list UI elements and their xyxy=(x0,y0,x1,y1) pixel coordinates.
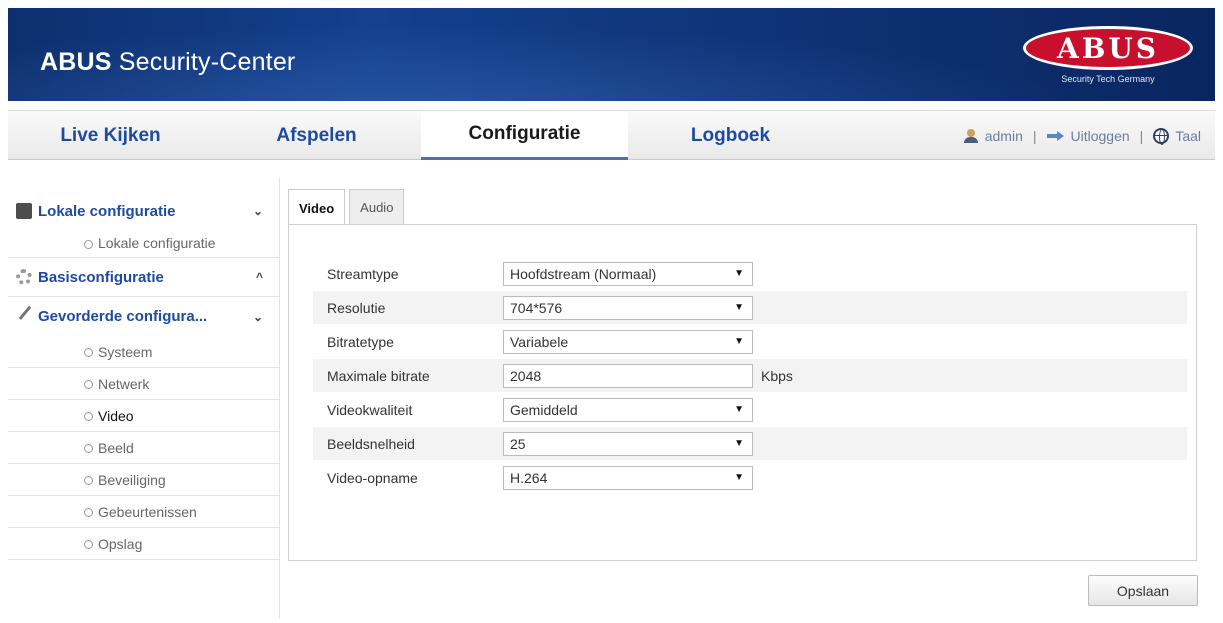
dropdown-arrow-icon: ▼ xyxy=(734,268,744,279)
user-area: admin | Uitloggen | Taal xyxy=(963,111,1201,160)
separator: | xyxy=(1139,127,1144,144)
gear-icon xyxy=(16,269,32,285)
dropdown-arrow-icon: ▼ xyxy=(734,302,744,313)
bitratetype-select[interactable]: Variabele ▼ xyxy=(503,329,753,354)
dropdown-arrow-icon: ▼ xyxy=(734,404,744,415)
setting-row-max-bitrate: Maximale bitrate Kbps xyxy=(313,359,1187,392)
video-opname-value: H.264 xyxy=(510,469,548,486)
sidebar-item-label: Netwerk xyxy=(98,375,150,392)
beeldsnelheid-value: 25 xyxy=(510,435,526,452)
globe-icon[interactable] xyxy=(1153,127,1170,145)
username: admin xyxy=(984,127,1023,144)
content-tabs: Video Audio xyxy=(288,189,408,226)
resolutie-label: Resolutie xyxy=(327,299,386,316)
logo-tagline: Security Tech Germany xyxy=(1061,74,1155,84)
tab-audio[interactable]: Audio xyxy=(349,189,405,225)
setting-row-streamtype: Streamtype Hoofdstream (Normaal) ▼ xyxy=(313,257,1187,290)
sidebar-item-beveiliging[interactable]: Beveiliging xyxy=(8,464,279,496)
bullet-icon xyxy=(84,348,93,357)
sidebar: Lokale configuratie ⌄ Lokale configurati… xyxy=(8,178,280,618)
logo-oval: ABUS xyxy=(1023,26,1193,70)
sidebar-item-gebeurtenissen[interactable]: Gebeurtenissen xyxy=(8,496,279,528)
bullet-icon xyxy=(84,444,93,453)
logout-link[interactable]: Uitloggen xyxy=(1071,128,1130,144)
sidebar-item-label: Opslag xyxy=(98,535,143,552)
videokwaliteit-label: Videokwaliteit xyxy=(327,401,413,418)
bullet-icon xyxy=(84,540,93,549)
setting-row-video-opname: Video-opname H.264 ▼ xyxy=(313,461,1187,494)
logo-text: ABUS xyxy=(1056,31,1160,65)
sidebar-section-label: Lokale configuratie xyxy=(38,202,176,220)
sidebar-item-systeem[interactable]: Systeem xyxy=(8,336,279,368)
separator: | xyxy=(1032,127,1037,144)
sidebar-section-gevorderde-configuratie[interactable]: Gevorderde configura... ⌄ xyxy=(8,296,279,336)
setting-row-videokwaliteit: Videokwaliteit Gemiddeld ▼ xyxy=(313,393,1187,426)
app-title: ABUS Security-Center xyxy=(40,48,295,77)
app-title-rest: Security-Center xyxy=(111,48,296,76)
user-icon xyxy=(963,128,979,143)
bitratetype-label: Bitratetype xyxy=(327,333,394,350)
bullet-icon xyxy=(84,380,93,389)
sidebar-item-netwerk[interactable]: Netwerk xyxy=(8,368,279,400)
streamtype-select[interactable]: Hoofdstream (Normaal) ▼ xyxy=(503,261,753,286)
sidebar-item-label: Beeld xyxy=(98,439,134,456)
sidebar-item-label: Lokale configuratie xyxy=(98,234,216,251)
resolutie-value: 704*576 xyxy=(510,299,563,316)
sidebar-item-label: Systeem xyxy=(98,343,153,360)
sidebar-item-label: Gebeurtenissen xyxy=(98,503,197,520)
bitratetype-value: Variabele xyxy=(510,333,569,350)
chevron-up-icon[interactable]: ^ xyxy=(256,270,263,284)
monitor-icon xyxy=(16,203,32,219)
setting-row-bitratetype: Bitratetype Variabele ▼ xyxy=(313,325,1187,358)
save-button[interactable]: Opslaan xyxy=(1088,575,1198,606)
language-link[interactable]: Taal xyxy=(1175,128,1201,144)
beeldsnelheid-select[interactable]: 25 ▼ xyxy=(503,431,753,456)
video-opname-select[interactable]: H.264 ▼ xyxy=(503,465,753,490)
logout-icon[interactable] xyxy=(1046,130,1065,142)
max-bitrate-input[interactable] xyxy=(503,363,753,388)
sidebar-item-opslag[interactable]: Opslag xyxy=(8,528,279,560)
streamtype-value: Hoofdstream (Normaal) xyxy=(510,265,657,282)
dropdown-arrow-icon: ▼ xyxy=(734,472,744,483)
bullet-icon xyxy=(84,240,93,249)
max-bitrate-unit: Kbps xyxy=(761,367,793,384)
sidebar-section-lokale-configuratie[interactable]: Lokale configuratie ⌄ xyxy=(8,194,279,228)
sidebar-section-label: Gevorderde configura... xyxy=(38,308,208,325)
video-opname-label: Video-opname xyxy=(327,469,418,486)
streamtype-label: Streamtype xyxy=(327,265,399,282)
sidebar-item-video[interactable]: Video xyxy=(8,400,279,432)
video-settings-panel: Streamtype Hoofdstream (Normaal) ▼ Resol… xyxy=(288,224,1197,561)
tab-video[interactable]: Video xyxy=(288,189,346,226)
app-title-brand: ABUS xyxy=(40,48,112,76)
bullet-icon xyxy=(84,476,93,485)
tab-live-kijken[interactable]: Live Kijken xyxy=(8,111,213,160)
sidebar-item-lokale-configuratie[interactable]: Lokale configuratie xyxy=(8,228,279,258)
sidebar-item-label: Video xyxy=(98,407,134,424)
sidebar-section-label: Basisconfiguratie xyxy=(38,268,164,286)
tab-configuratie[interactable]: Configuratie xyxy=(421,111,628,160)
dropdown-arrow-icon: ▼ xyxy=(734,336,744,347)
chevron-down-icon[interactable]: ⌄ xyxy=(253,310,263,324)
videokwaliteit-select[interactable]: Gemiddeld ▼ xyxy=(503,397,753,422)
videokwaliteit-value: Gemiddeld xyxy=(510,401,578,418)
sidebar-section-basisconfiguratie[interactable]: Basisconfiguratie ^ xyxy=(8,258,279,296)
resolutie-select[interactable]: 704*576 ▼ xyxy=(503,295,753,320)
header-banner: ABUS Security-Center ABUS Security Tech … xyxy=(8,8,1215,101)
beeldsnelheid-label: Beeldsnelheid xyxy=(327,435,415,452)
abus-logo: ABUS Security Tech Germany xyxy=(1023,26,1193,86)
tab-afspelen[interactable]: Afspelen xyxy=(213,111,420,160)
main-nav: Live Kijken Afspelen Configuratie Logboe… xyxy=(8,110,1215,160)
sidebar-item-beeld[interactable]: Beeld xyxy=(8,432,279,464)
max-bitrate-label: Maximale bitrate xyxy=(327,367,430,384)
setting-row-beeldsnelheid: Beeldsnelheid 25 ▼ xyxy=(313,427,1187,460)
tab-logboek[interactable]: Logboek xyxy=(628,111,833,160)
bullet-icon xyxy=(84,508,93,517)
sidebar-item-label: Beveiliging xyxy=(98,471,166,488)
setting-row-resolutie: Resolutie 704*576 ▼ xyxy=(313,291,1187,324)
chevron-down-icon[interactable]: ⌄ xyxy=(253,204,263,218)
dropdown-arrow-icon: ▼ xyxy=(734,438,744,449)
bullet-icon xyxy=(84,412,93,421)
